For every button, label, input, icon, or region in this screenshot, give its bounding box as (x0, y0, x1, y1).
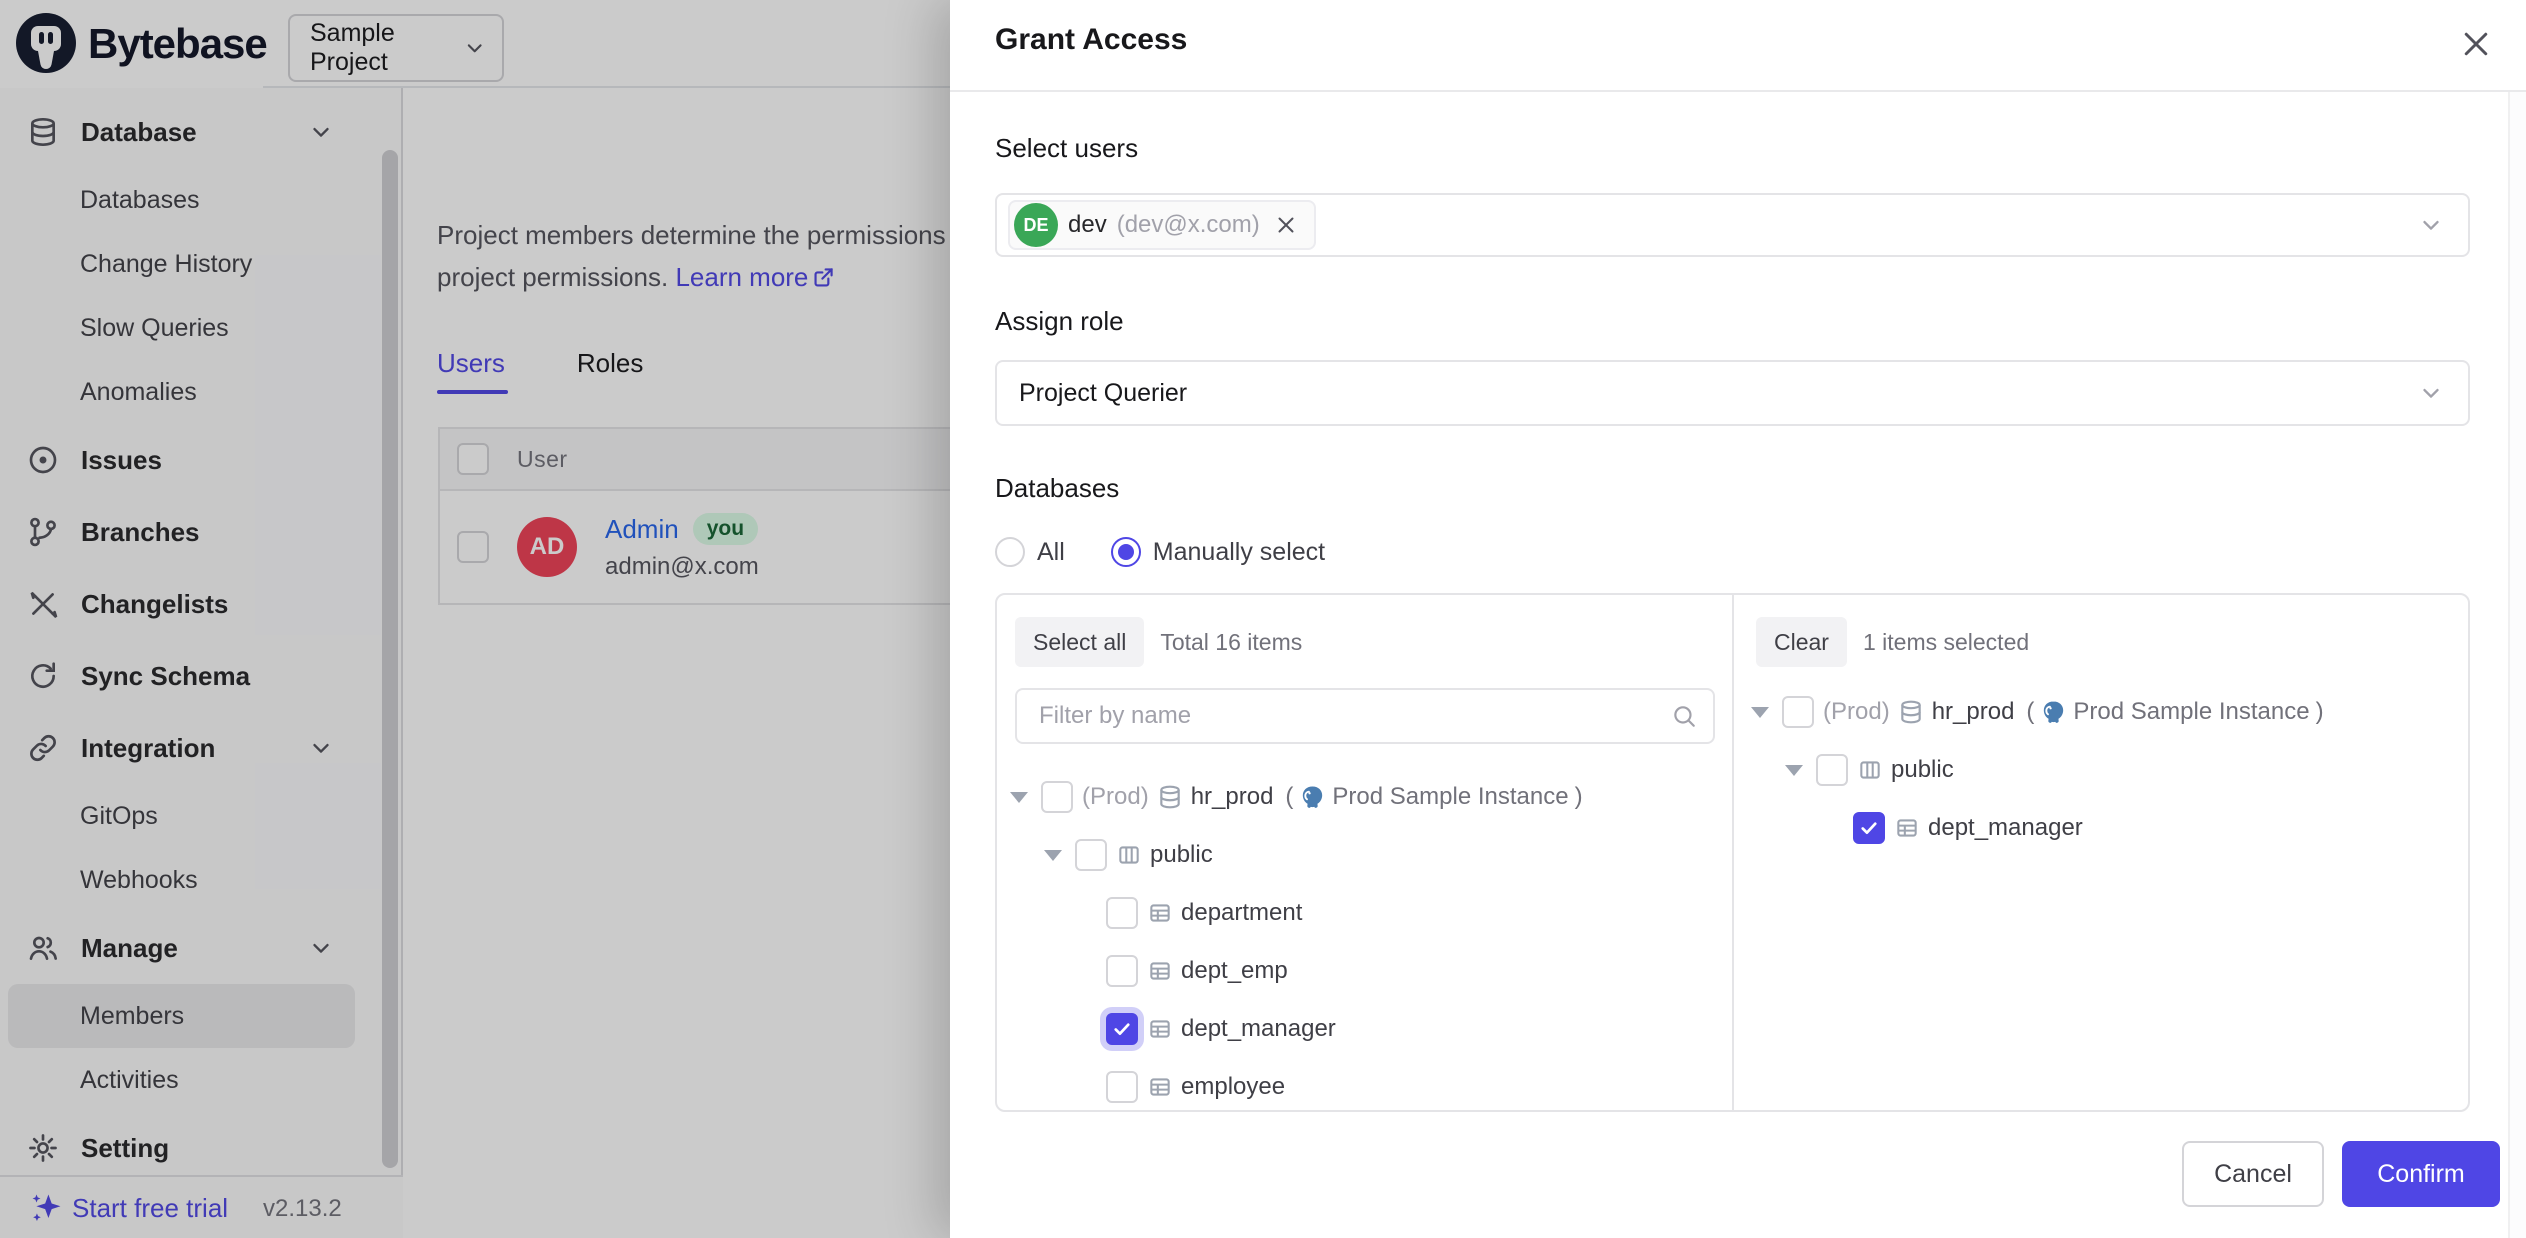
checkbox[interactable] (1816, 754, 1848, 786)
caret-down-icon[interactable] (1044, 850, 1062, 861)
schema-icon (1857, 757, 1883, 783)
database-transfer-panel: Select all Total 16 items (Prod) hr_prod… (995, 593, 2470, 1112)
schema-icon (1116, 842, 1142, 868)
select-users-label: Select users (995, 133, 1138, 164)
user-chip: DE dev (dev@x.com) (1008, 200, 1316, 250)
table-icon (1894, 815, 1920, 841)
chevron-down-icon (2418, 212, 2444, 238)
checkbox[interactable] (1106, 1071, 1138, 1103)
table-icon (1147, 900, 1173, 926)
radio-all[interactable] (995, 537, 1025, 567)
chip-user-email: (dev@x.com) (1117, 211, 1260, 239)
databases-label: Databases (995, 473, 1119, 504)
assign-role-label: Assign role (995, 306, 1124, 337)
close-icon[interactable] (2458, 26, 2494, 62)
checkbox-checked[interactable] (1106, 1013, 1138, 1045)
remove-chip-icon[interactable] (1274, 213, 1298, 237)
role-select[interactable]: Project Querier (995, 360, 2470, 426)
table-icon (1147, 1074, 1173, 1100)
tree-row-table[interactable]: dept_manager (997, 1004, 1726, 1054)
caret-down-icon[interactable] (1010, 792, 1028, 803)
database-icon (1157, 784, 1183, 810)
caret-down-icon[interactable] (1751, 707, 1769, 718)
tree-row-database[interactable]: (Prod) hr_prod (Prod Sample Instance) (997, 772, 1726, 822)
filter-input[interactable] (1037, 701, 1671, 731)
clear-button[interactable]: Clear (1756, 617, 1847, 667)
instance-label: (Prod Sample Instance) (1285, 783, 1582, 811)
cancel-button[interactable]: Cancel (2182, 1141, 2324, 1207)
selected-count-label: 1 items selected (1863, 629, 2029, 656)
tree-row-schema[interactable]: public (997, 830, 1726, 880)
selected-pane: Clear 1 items selected (Prod) hr_prod (P… (1736, 595, 2468, 1110)
source-pane: Select all Total 16 items (Prod) hr_prod… (997, 595, 1734, 1110)
avatar: DE (1014, 203, 1058, 247)
database-scope-radios: All Manually select (995, 537, 1325, 567)
select-all-button[interactable]: Select all (1015, 617, 1144, 667)
checkbox[interactable] (1782, 696, 1814, 728)
chevron-down-icon (2418, 380, 2444, 406)
drawer-title: Grant Access (995, 23, 1187, 57)
tree-row-table[interactable]: dept_emp (997, 946, 1726, 996)
drawer-scrollbar-track[interactable] (2508, 92, 2526, 1238)
tree-row-table[interactable]: dept_manager (1738, 803, 2462, 853)
checkbox-checked[interactable] (1853, 812, 1885, 844)
table-icon (1147, 958, 1173, 984)
total-items-label: Total 16 items (1160, 629, 1302, 656)
checkbox[interactable] (1106, 955, 1138, 987)
checkbox[interactable] (1106, 897, 1138, 929)
filter-input-wrapper (1015, 688, 1715, 744)
checkbox[interactable] (1041, 781, 1073, 813)
chip-user-name: dev (1068, 211, 1107, 239)
role-value: Project Querier (997, 379, 1187, 408)
postgresql-icon (1299, 784, 1326, 811)
table-icon (1147, 1016, 1173, 1042)
postgresql-icon (2040, 699, 2067, 726)
grant-access-drawer: Grant Access Select users DE dev (dev@x.… (950, 0, 2526, 1238)
checkbox[interactable] (1075, 839, 1107, 871)
confirm-button[interactable]: Confirm (2342, 1141, 2500, 1207)
tree-row-schema[interactable]: public (1738, 745, 2462, 795)
select-users-input[interactable]: DE dev (dev@x.com) (995, 193, 2470, 257)
search-icon (1671, 703, 1697, 729)
database-icon (1898, 699, 1924, 725)
tree-row-database[interactable]: (Prod) hr_prod (Prod Sample Instance) (1738, 687, 2462, 737)
caret-down-icon[interactable] (1785, 765, 1803, 776)
tree-row-table[interactable]: department (997, 888, 1726, 938)
tree-row-table[interactable]: employee (997, 1062, 1726, 1112)
radio-manually-select[interactable] (1111, 537, 1141, 567)
instance-label: (Prod Sample Instance) (2026, 698, 2323, 726)
